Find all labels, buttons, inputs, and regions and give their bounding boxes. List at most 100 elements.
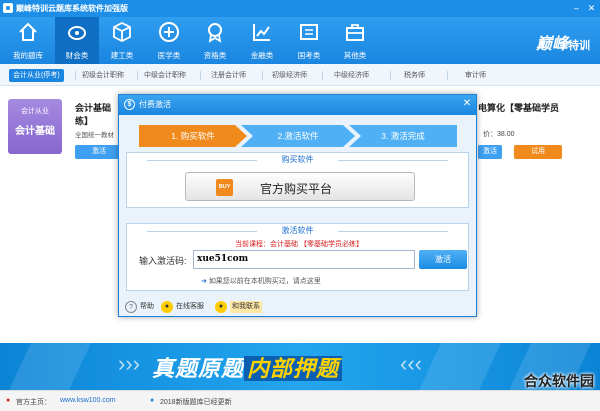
tab-divider bbox=[137, 71, 138, 80]
promo-banner[interactable]: ››› 真题原题 内部押题 ‹‹‹ bbox=[0, 343, 600, 390]
course-trial-button[interactable]: 试用 bbox=[514, 145, 562, 159]
medical-cross-icon bbox=[159, 22, 179, 42]
nav-item-qualification[interactable]: 资格类 bbox=[193, 17, 237, 64]
title-bar: 巅峰特训云题库系统软件加强版 – ✕ bbox=[0, 0, 600, 17]
activate-panel-title: 激活软件 bbox=[127, 225, 468, 237]
site-watermark: 合众软件园 bbox=[524, 373, 594, 389]
course-thumbnail[interactable]: 会计从业 会计基础 bbox=[8, 99, 62, 154]
nav-label: 国考类 bbox=[297, 51, 321, 60]
nav-item-finance[interactable]: 财会类 bbox=[55, 17, 99, 64]
dialog-footer: ? 帮助 ● 在线客服 ● 和我联系 bbox=[119, 298, 476, 316]
tab-divider bbox=[200, 71, 201, 80]
buy-bag-icon: BUY bbox=[216, 179, 233, 196]
status-bar: ● 官方主页： www.ksw100.com ● 2018新版题库已经更新 bbox=[0, 390, 600, 411]
tab-divider bbox=[390, 71, 391, 80]
course-subtitle: 全国统一教材 bbox=[75, 132, 114, 139]
activation-dialog: $ 付费激活 ✕ 1. 购买软件 2.激活软件 3. 激活完成 购买软件 BUY… bbox=[118, 94, 477, 317]
step-buy: 1. 购买软件 bbox=[139, 125, 247, 147]
news-icon: ● bbox=[150, 397, 155, 404]
nav-item-national-exam[interactable]: 国考类 bbox=[287, 17, 331, 64]
brand-name: 巅峰 bbox=[535, 34, 568, 53]
nav-label: 其他类 bbox=[343, 51, 367, 60]
nav-item-others[interactable]: 其他类 bbox=[333, 17, 377, 64]
nav-label: 金融类 bbox=[250, 51, 274, 60]
qq-contact-icon: ● bbox=[215, 301, 227, 313]
course-price: 价：38.00 bbox=[483, 131, 515, 138]
brand-logo: 巅峰特训 bbox=[536, 30, 590, 54]
help-icon[interactable]: ? bbox=[125, 301, 137, 313]
nav-label: 资格类 bbox=[203, 51, 227, 60]
course-right-title: 电算化【零基础学员 bbox=[478, 103, 560, 113]
step-complete: 3. 激活完成 bbox=[349, 125, 457, 147]
official-purchase-button[interactable]: BUY 官方购买平台 bbox=[185, 172, 415, 201]
news-text[interactable]: 2018新版题库已经更新 bbox=[160, 397, 232, 407]
nav-item-medical[interactable]: 医学类 bbox=[147, 17, 191, 64]
nav-item-banking[interactable]: 金融类 bbox=[240, 17, 284, 64]
dollar-icon: $ bbox=[124, 99, 135, 110]
nav-item-construction[interactable]: 建工类 bbox=[100, 17, 144, 64]
window-title: 巅峰特训云题库系统软件加强版 bbox=[16, 4, 128, 13]
home-icon bbox=[19, 22, 37, 41]
tab-divider bbox=[447, 71, 448, 80]
help-link[interactable]: 帮助 bbox=[140, 301, 154, 313]
nav-label: 我的题库 bbox=[13, 51, 43, 60]
brand-suffix: 特训 bbox=[568, 40, 590, 52]
nav-item-my-library[interactable]: 我的题库 bbox=[6, 17, 50, 64]
activation-steps: 1. 购买软件 2.激活软件 3. 激活完成 bbox=[139, 125, 457, 147]
flag-icon bbox=[300, 24, 318, 40]
tab-intermediate-economist[interactable]: 中级经济师 bbox=[334, 69, 369, 82]
dialog-title: 付费激活 bbox=[139, 100, 171, 109]
course-activate-button[interactable]: 激活 bbox=[75, 145, 123, 159]
contact-link[interactable]: 和我联系 bbox=[230, 301, 262, 313]
tab-junior-economist[interactable]: 初级经济师 bbox=[272, 69, 307, 82]
chart-icon bbox=[253, 24, 270, 41]
banner-slogan: 真题原题 内部押题 bbox=[152, 351, 343, 383]
piggybank-icon bbox=[68, 26, 86, 40]
tab-intermediate-accounting[interactable]: 中级会计职称 bbox=[144, 69, 186, 82]
restore-hint-text: 如果您以前在本机购买过，请点这里 bbox=[208, 278, 321, 285]
tab-cpa[interactable]: 注册会计师 bbox=[211, 69, 246, 82]
banner-arrow-left-icon: ››› bbox=[118, 351, 140, 376]
code-label: 输入激活码: bbox=[139, 256, 187, 266]
course-title: 会计基础 bbox=[75, 103, 112, 113]
activation-code-input[interactable]: xue51com bbox=[193, 250, 415, 269]
tab-divider bbox=[75, 71, 76, 80]
purchase-button-label: 官方购买平台 bbox=[260, 182, 333, 196]
tab-tax-advisor[interactable]: 税务师 bbox=[404, 69, 425, 82]
briefcase-icon bbox=[346, 24, 364, 41]
category-tabs: 会计从业(停考) 初级会计职称 中级会计职称 注册会计师 初级经济师 中级经济师… bbox=[0, 64, 600, 86]
banner-stripe bbox=[419, 343, 501, 390]
minimize-button[interactable]: – bbox=[570, 2, 583, 14]
buy-panel-title: 购买软件 bbox=[127, 154, 468, 166]
current-course: 当前课程：会计基础 【零基础学员必练】 bbox=[235, 241, 363, 248]
banner-slogan-b: 内部押题 bbox=[244, 356, 343, 381]
online-service-link[interactable]: 在线客服 bbox=[176, 301, 204, 313]
app-logo-icon bbox=[3, 3, 13, 13]
tab-accounting-qualification[interactable]: 会计从业(停考) bbox=[9, 69, 64, 82]
nav-label: 财会类 bbox=[65, 51, 89, 60]
activate-panel: 激活软件 当前课程：会计基础 【零基础学员必练】 输入激活码: xue51com… bbox=[126, 223, 469, 291]
tab-junior-accounting[interactable]: 初级会计职称 bbox=[82, 69, 124, 82]
restore-purchase-link[interactable]: ➜ 如果您以前在本机购买过，请点这里 bbox=[201, 276, 321, 286]
arrow-icon: ➜ bbox=[201, 278, 209, 285]
main-nav: 我的题库 财会类 建工类 医学类 资格类 金融类 国考类 其他类 巅峰特训 bbox=[0, 17, 600, 64]
qq-icon: ● bbox=[161, 301, 173, 313]
home-icon-small: ● bbox=[6, 397, 11, 404]
thumb-title: 会计基础 bbox=[15, 126, 55, 137]
course-title-cont: 练】 bbox=[75, 116, 94, 126]
home-link[interactable]: www.ksw100.com bbox=[60, 397, 116, 404]
step-activate: 2.激活软件 bbox=[241, 125, 355, 147]
buy-panel: 购买软件 BUY 官方购买平台 bbox=[126, 152, 469, 208]
nav-label: 医学类 bbox=[157, 51, 181, 60]
dialog-close-button[interactable]: ✕ bbox=[461, 98, 473, 110]
tab-divider bbox=[322, 71, 323, 80]
certificate-icon bbox=[208, 23, 222, 43]
banner-slogan-a: 真题原题 bbox=[152, 356, 245, 381]
close-window-button[interactable]: ✕ bbox=[585, 2, 598, 14]
banner-arrow-right-icon: ‹‹‹ bbox=[400, 351, 422, 376]
nav-label: 建工类 bbox=[110, 51, 134, 60]
activate-button[interactable]: 激活 bbox=[419, 250, 467, 269]
home-label: 官方主页： bbox=[16, 399, 51, 406]
course-right-activate-button[interactable]: 激活 bbox=[478, 145, 502, 159]
tab-auditor[interactable]: 审计师 bbox=[465, 69, 486, 82]
